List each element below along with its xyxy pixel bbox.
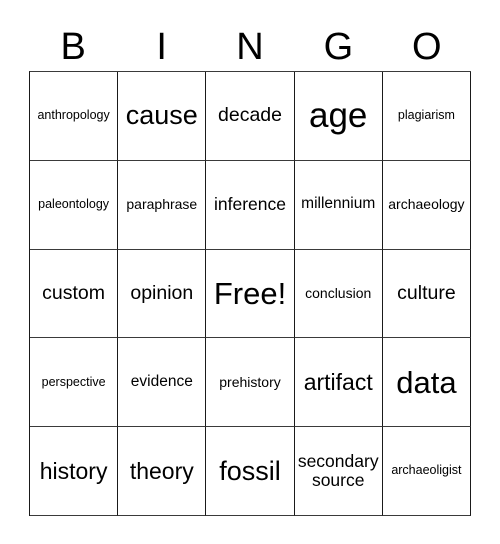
bingo-cell-label: Free! <box>213 275 287 311</box>
bingo-cell[interactable]: theory <box>118 427 207 516</box>
bingo-cell[interactable]: evidence <box>118 338 207 428</box>
bingo-row: paleontology paraphrase inference millen… <box>30 160 472 250</box>
bingo-card: B I N G O anthropology cause decade age … <box>0 0 500 544</box>
bingo-cell[interactable]: age <box>294 72 383 161</box>
bingo-row: custom opinion Free! conclusion culture <box>30 249 472 339</box>
bingo-cell[interactable]: culture <box>382 249 472 339</box>
bingo-cell-label: custom <box>42 281 106 304</box>
bingo-header-letter-i: I <box>156 25 167 68</box>
bingo-row: history theory fossil secondary source a… <box>30 427 472 516</box>
bingo-cell-label: cause <box>125 100 198 131</box>
bingo-cell[interactable]: data <box>382 338 472 428</box>
bingo-cell[interactable]: decade <box>206 72 295 161</box>
bingo-cell[interactable]: fossil <box>206 427 295 516</box>
bingo-cell-label: secondary source <box>297 451 379 491</box>
bingo-cell-label: theory <box>129 457 194 484</box>
bingo-cell[interactable]: custom <box>30 249 119 339</box>
bingo-grid: anthropology cause decade age plagiarism… <box>29 71 472 516</box>
bingo-cell[interactable]: inference <box>206 160 295 250</box>
bingo-cell-label: evidence <box>130 372 193 390</box>
bingo-row: anthropology cause decade age plagiarism <box>30 72 472 161</box>
bingo-cell-label: decade <box>218 104 282 127</box>
bingo-cell[interactable]: opinion <box>118 249 207 339</box>
bingo-cell[interactable]: plagiarism <box>382 72 472 161</box>
bingo-header-letter-b: B <box>60 25 86 68</box>
bingo-cell-label: perspective <box>41 374 106 389</box>
bingo-cell[interactable]: archaeoligist <box>382 427 472 516</box>
bingo-cell[interactable]: artifact <box>294 338 383 428</box>
bingo-header-letter-n: N <box>236 25 264 68</box>
bingo-cell-label: paraphrase <box>126 196 198 213</box>
bingo-cell-label: fossil <box>219 455 281 486</box>
bingo-row: perspective evidence prehistory artifact… <box>30 338 472 428</box>
bingo-cell-label: artifact <box>303 368 373 395</box>
bingo-cell-label: archaeology <box>388 196 465 213</box>
bingo-cell-label: paleontology <box>38 196 110 211</box>
bingo-cell[interactable]: history <box>30 427 119 516</box>
bingo-cell-label: age <box>309 96 368 135</box>
bingo-cell-label: history <box>39 457 108 484</box>
bingo-cell[interactable]: millennium <box>294 160 383 250</box>
bingo-cell-free-space[interactable]: Free! <box>206 249 295 339</box>
bingo-cell-label: plagiarism <box>397 108 455 123</box>
bingo-cell-label: inference <box>214 194 286 215</box>
bingo-cell[interactable]: anthropology <box>30 72 119 161</box>
bingo-cell-label: prehistory <box>219 373 281 390</box>
bingo-cell[interactable]: cause <box>118 72 207 161</box>
bingo-header-letter-g: G <box>323 25 354 68</box>
bingo-cell[interactable]: perspective <box>30 338 119 428</box>
bingo-cell-label: data <box>396 364 457 400</box>
bingo-cell-label: culture <box>397 281 456 304</box>
bingo-cell[interactable]: paraphrase <box>118 160 207 250</box>
bingo-cell-label: anthropology <box>37 108 110 123</box>
bingo-cell-label: conclusion <box>305 284 372 301</box>
bingo-cell[interactable]: paleontology <box>30 160 119 250</box>
bingo-cell-label: archaeoligist <box>391 463 462 478</box>
bingo-header-letter-o: O <box>412 25 442 68</box>
bingo-cell-label: opinion <box>130 281 194 304</box>
bingo-header: B I N G O <box>29 22 471 71</box>
bingo-cell[interactable]: secondary source <box>294 427 383 516</box>
bingo-cell[interactable]: archaeology <box>382 160 472 250</box>
bingo-cell-label: millennium <box>301 195 376 213</box>
bingo-cell[interactable]: prehistory <box>206 338 295 428</box>
bingo-cell[interactable]: conclusion <box>294 249 383 339</box>
